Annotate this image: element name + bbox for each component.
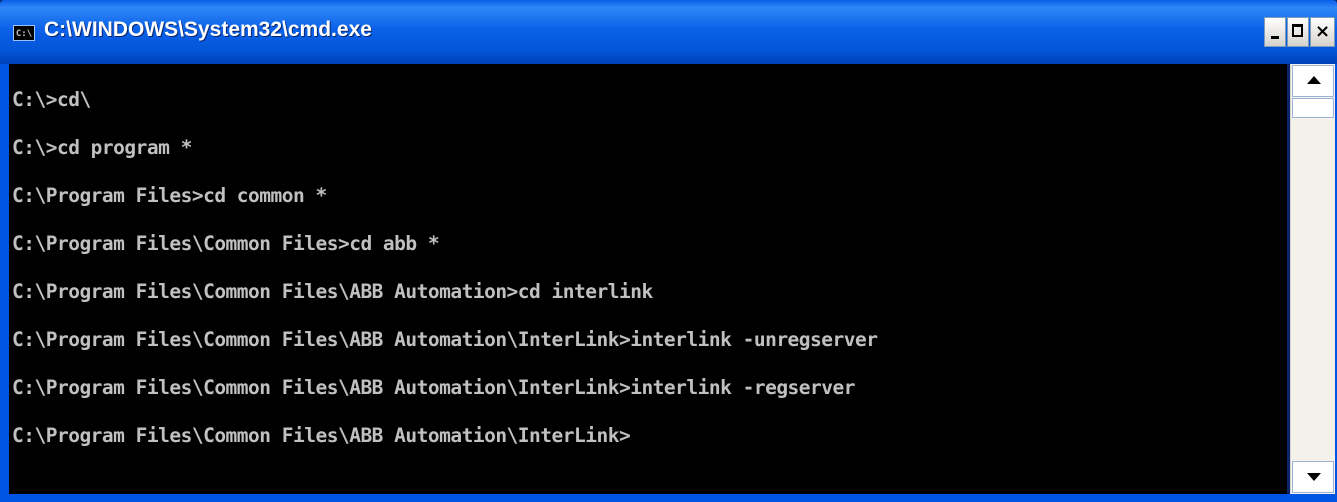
console-line: C:\>cd\ [12, 88, 91, 111]
window-border-bottom [0, 494, 1337, 502]
console-output[interactable]: C:\>cd\ C:\>cd program * C:\Program File… [9, 64, 1287, 494]
console-line: C:\Program Files\Common Files\ABB Automa… [12, 280, 653, 303]
cmd-app-icon[interactable]: C:\ [13, 25, 35, 41]
console-line: C:\Program Files\Common Files>cd abb * [12, 232, 440, 255]
close-button[interactable]: × [1310, 17, 1335, 47]
vertical-scrollbar[interactable] [1290, 64, 1335, 494]
cmd-window: C:\ C:\WINDOWS\System32\cmd.exe × C:\>cd… [0, 0, 1337, 502]
console-line: C:\Program Files\Common Files\ABB Automa… [12, 424, 631, 447]
scroll-thumb[interactable] [1292, 98, 1334, 118]
scroll-down-button[interactable] [1292, 461, 1334, 493]
close-icon: × [1314, 21, 1331, 42]
title-bar[interactable]: C:\ C:\WINDOWS\System32\cmd.exe × [0, 0, 1337, 64]
scroll-up-button[interactable] [1292, 65, 1334, 97]
console-line: C:\Program Files>cd common * [12, 184, 327, 207]
console-line: C:\Program Files\Common Files\ABB Automa… [12, 376, 856, 399]
maximize-button[interactable] [1287, 17, 1309, 47]
console-line: C:\Program Files\Common Files\ABB Automa… [12, 328, 878, 351]
minimize-button[interactable] [1264, 17, 1286, 47]
window-border-left [0, 64, 9, 502]
console-line: C:\>cd program * [12, 136, 192, 159]
window-title: C:\WINDOWS\System32\cmd.exe [44, 18, 372, 41]
